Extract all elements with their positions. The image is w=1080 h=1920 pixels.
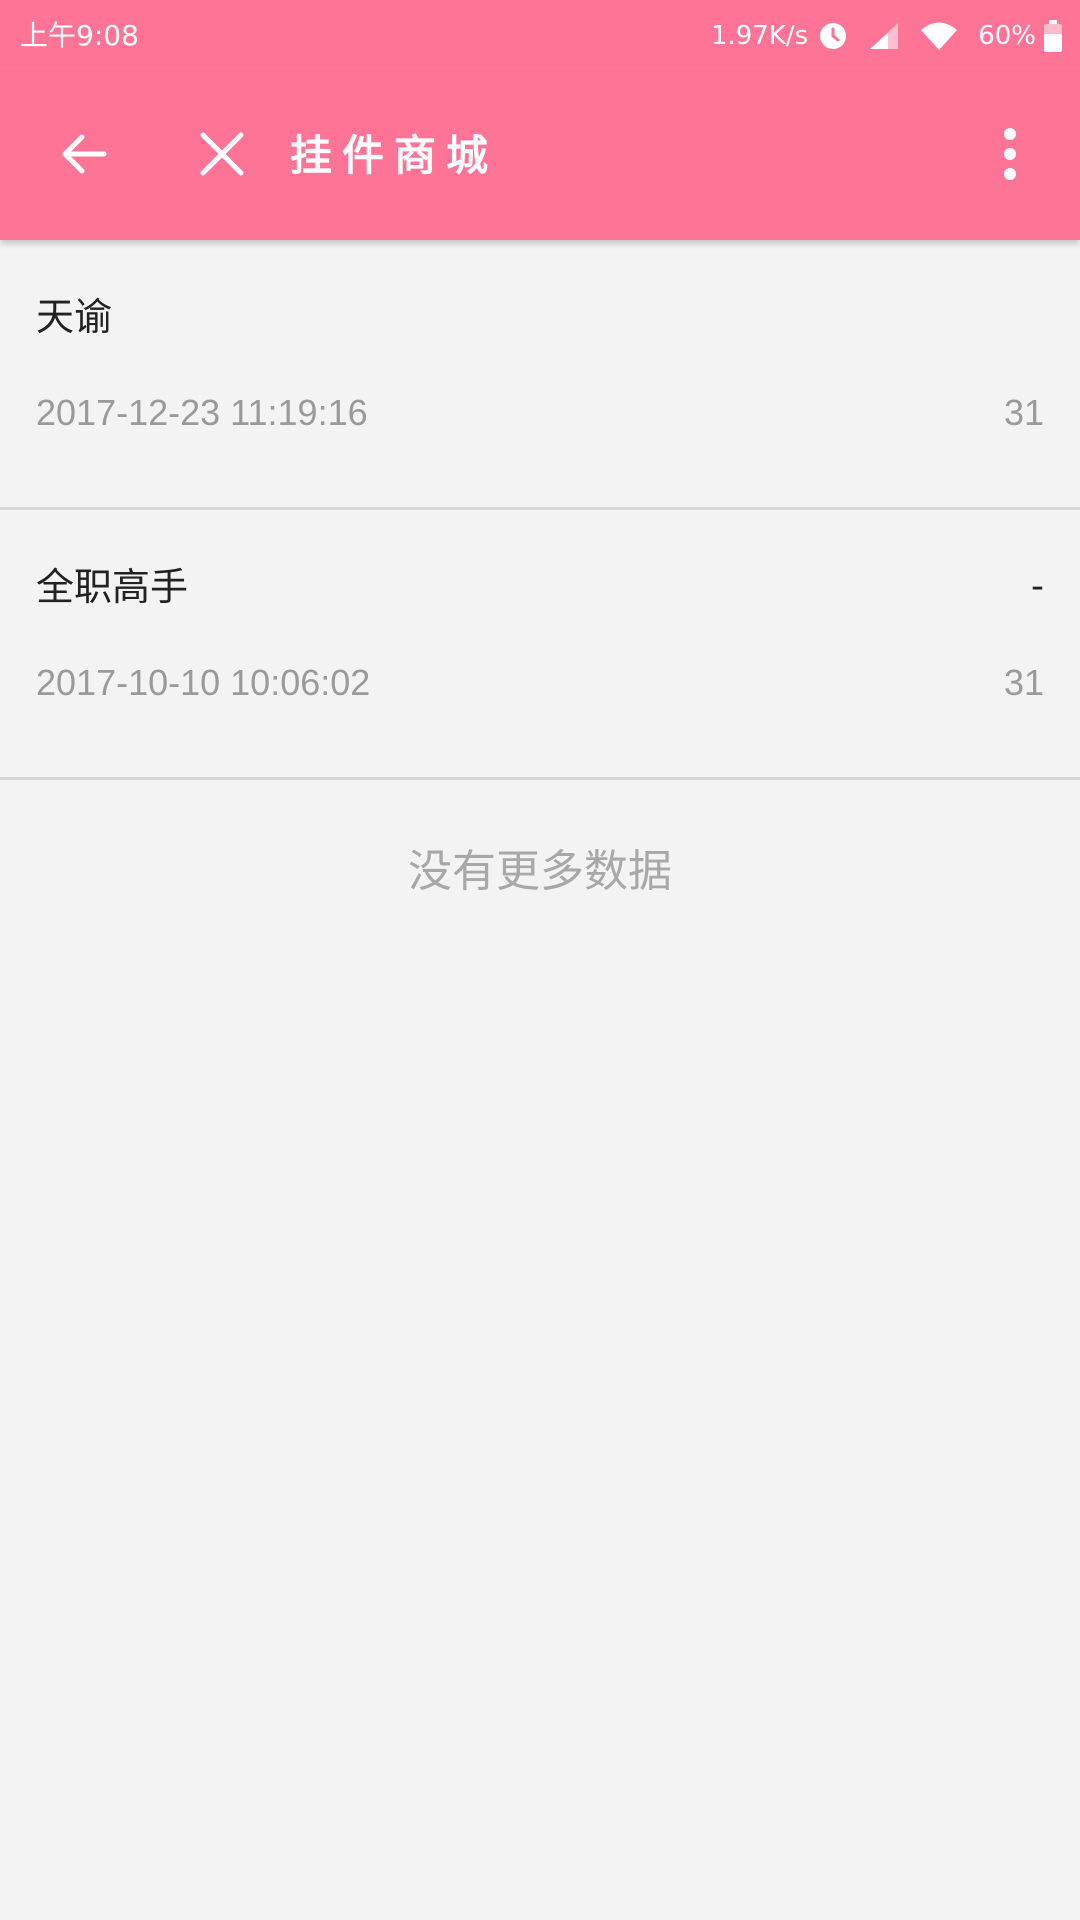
alarm-icon <box>818 21 848 51</box>
status-time: 上午9:08 <box>20 19 139 52</box>
pendant-list: 天谕 2017-12-23 11:19:16 31 全职高手 - 2017-10… <box>0 240 1080 780</box>
network-speed: 1.97K/s <box>710 21 809 51</box>
status-bar: 上午9:08 1.97K/s 60% <box>0 0 1080 72</box>
item-count: 31 <box>1003 662 1044 703</box>
list-item[interactable]: 全职高手 - 2017-10-10 10:06:02 31 <box>0 510 1080 780</box>
close-button[interactable] <box>174 108 270 204</box>
item-count: 31 <box>1003 392 1044 433</box>
item-extra: - <box>1031 566 1044 607</box>
more-vert-icon <box>1002 128 1018 184</box>
more-options-button[interactable] <box>962 108 1058 204</box>
no-more-data-text: 没有更多数据 <box>408 846 672 897</box>
item-title: 天谕 <box>36 295 113 339</box>
page-title: 挂件商城 <box>290 131 499 180</box>
back-button[interactable] <box>36 108 132 204</box>
battery-percent: 60% <box>978 21 1036 51</box>
battery-icon <box>1044 20 1062 52</box>
close-icon <box>199 131 245 181</box>
signal-icon <box>868 21 900 51</box>
back-arrow-icon <box>58 128 110 184</box>
item-date: 2017-10-10 10:06:02 <box>36 662 371 703</box>
item-title: 全职高手 <box>36 565 189 609</box>
app-bar: 挂件商城 <box>0 72 1080 240</box>
wifi-icon <box>920 21 958 51</box>
list-item[interactable]: 天谕 2017-12-23 11:19:16 31 <box>0 240 1080 510</box>
status-icons: 1.97K/s 60% <box>711 16 1062 56</box>
item-date: 2017-12-23 11:19:16 <box>36 392 368 433</box>
